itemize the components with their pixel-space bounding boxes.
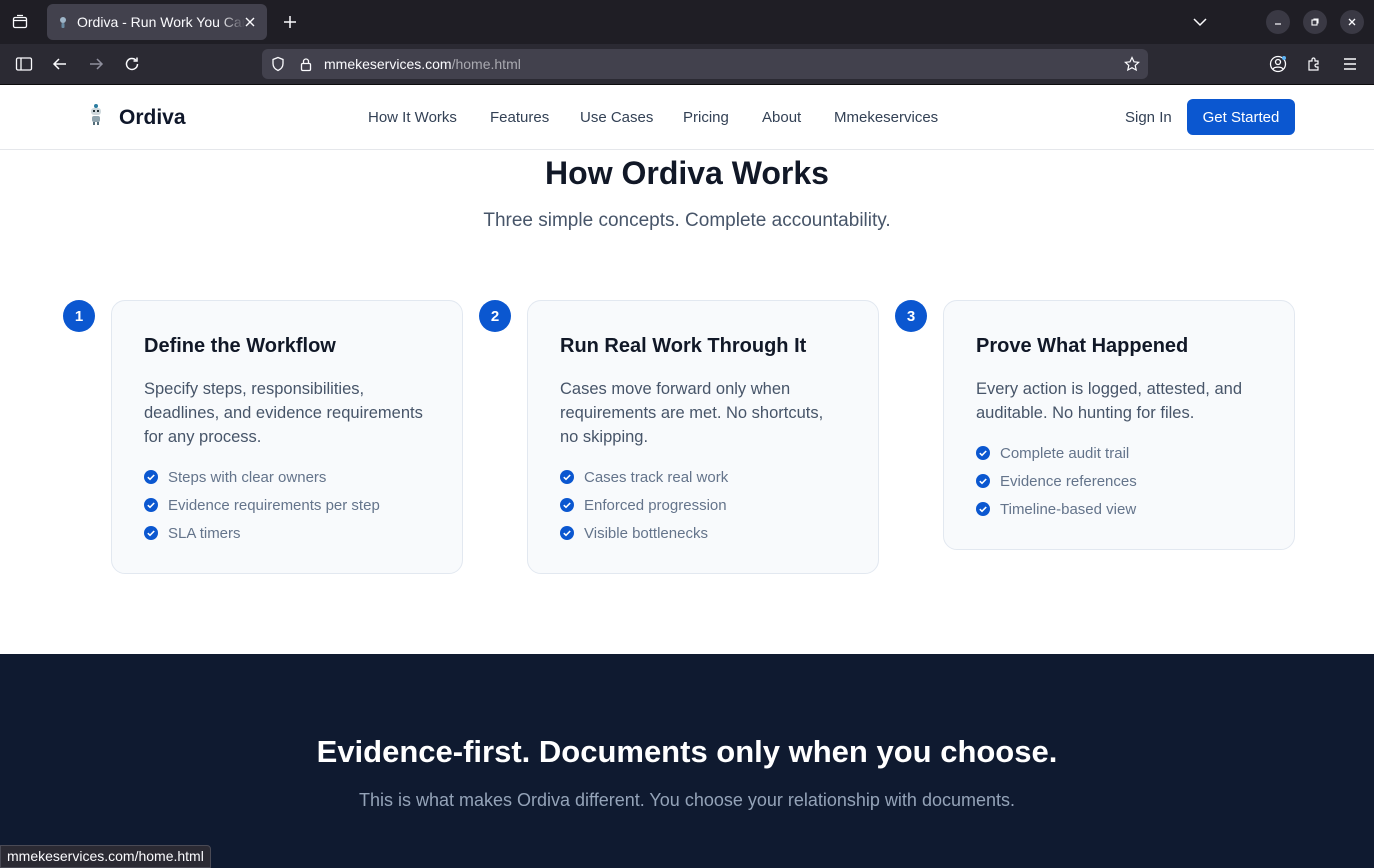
lock-icon[interactable] [296, 54, 316, 74]
check-circle-icon [976, 502, 990, 516]
menu-icon[interactable] [1338, 52, 1362, 76]
list-item: SLA timers [144, 519, 430, 547]
list-item: Steps with clear owners [144, 463, 430, 491]
evidence-subtitle: This is what makes Ordiva different. You… [358, 790, 1015, 810]
browser-tab-bar: Ordiva - Run Work You Can Prove [0, 0, 1374, 44]
url-domain: mmekeservices.com [324, 56, 452, 72]
forward-icon[interactable] [84, 52, 108, 76]
url-text: mmekeservices.com/home.html [324, 56, 521, 72]
sign-in-link[interactable]: Sign In [1125, 109, 1172, 126]
list-item: Visible bottlenecks [560, 519, 846, 547]
bullet-text: Visible bottlenecks [584, 524, 708, 542]
check-circle-icon [976, 474, 990, 488]
link-status-bar: mmekeservices.com/home.html [0, 845, 211, 868]
step-card-run-real-work: Run Real Work Through It Cases move forw… [527, 300, 879, 574]
nav-about[interactable]: About [762, 109, 801, 126]
brand-name[interactable]: Ordiva [119, 106, 186, 130]
bullet-text: SLA timers [168, 524, 241, 542]
nav-use-cases[interactable]: Use Cases [580, 109, 653, 126]
step-bullet-list: Complete audit trail Evidence references… [976, 439, 1262, 523]
site-favicon-icon [57, 15, 69, 29]
step-number-badge: 3 [895, 300, 927, 332]
browser-nav-bar: mmekeservices.com/home.html [0, 44, 1374, 85]
bullet-text: Evidence requirements per step [168, 496, 380, 514]
nav-mmekeservices[interactable]: Mmekeservices [834, 109, 938, 126]
tab-title: Ordiva - Run Work You Can Prove [77, 14, 245, 30]
list-item: Complete audit trail [976, 439, 1262, 467]
bullet-text: Enforced progression [584, 496, 727, 514]
ordiva-logo-icon[interactable] [86, 102, 106, 126]
nav-how-it-works[interactable]: How It Works [368, 109, 457, 126]
step-title: Define the Workflow [144, 335, 336, 357]
close-window-icon[interactable] [1340, 10, 1364, 34]
url-path: /home.html [451, 56, 521, 72]
shield-icon[interactable] [268, 54, 288, 74]
check-circle-icon [560, 498, 574, 512]
reload-icon[interactable] [120, 52, 144, 76]
bullet-text: Cases track real work [584, 468, 729, 486]
bullet-text: Steps with clear owners [168, 468, 327, 486]
list-item: Enforced progression [560, 491, 846, 519]
check-circle-icon [144, 498, 158, 512]
bullet-text: Complete audit trail [1000, 444, 1130, 462]
check-circle-icon [144, 526, 158, 540]
list-all-tabs-icon[interactable] [1188, 10, 1212, 34]
sidebar-toggle-icon[interactable] [12, 52, 36, 76]
step-number-badge: 2 [479, 300, 511, 332]
nav-features[interactable]: Features [490, 109, 549, 126]
account-icon[interactable] [1266, 52, 1290, 76]
address-bar[interactable]: mmekeservices.com/home.html [262, 49, 1148, 79]
browser-tab-active[interactable]: Ordiva - Run Work You Can Prove [47, 4, 267, 40]
step-number-badge: 1 [63, 300, 95, 332]
check-circle-icon [560, 526, 574, 540]
list-item: Evidence requirements per step [144, 491, 430, 519]
step-bullet-list: Steps with clear owners Evidence require… [144, 463, 430, 547]
step-title: Prove What Happened [976, 335, 1189, 357]
get-started-button[interactable]: Get Started [1187, 99, 1295, 135]
bullet-text: Timeline-based view [1000, 500, 1137, 518]
step-description: Every action is logged, attested, and au… [976, 380, 1242, 422]
step-description: Cases move forward only when requirement… [560, 380, 824, 446]
step-card-prove-what-happened: Prove What Happened Every action is logg… [943, 300, 1295, 550]
tab-close-icon[interactable] [241, 13, 259, 31]
section-subtitle: Three simple concepts. Complete accounta… [483, 210, 891, 231]
check-circle-icon [560, 470, 574, 484]
list-item: Timeline-based view [976, 495, 1262, 523]
nav-pricing[interactable]: Pricing [683, 109, 729, 126]
bookmark-star-icon[interactable] [1122, 54, 1142, 74]
bullet-text: Evidence references [1000, 472, 1137, 490]
check-circle-icon [976, 446, 990, 460]
step-card-define-workflow: Define the Workflow Specify steps, respo… [111, 300, 463, 574]
check-circle-icon [144, 470, 158, 484]
list-item: Evidence references [976, 467, 1262, 495]
step-description: Specify steps, responsibilities, deadlin… [144, 380, 423, 446]
step-bullet-list: Cases track real work Enforced progressi… [560, 463, 846, 547]
step-title: Run Real Work Through It [560, 335, 807, 357]
tab-list-icon[interactable] [8, 10, 32, 34]
site-header: Ordiva How It Works Features Use Cases P… [0, 85, 1374, 150]
back-icon[interactable] [48, 52, 72, 76]
list-item: Cases track real work [560, 463, 846, 491]
evidence-first-section: Evidence-first. Documents only when you … [0, 654, 1374, 868]
evidence-title: Evidence-first. Documents only when you … [316, 734, 1058, 769]
restore-icon[interactable] [1303, 10, 1327, 34]
new-tab-icon[interactable] [278, 10, 302, 34]
extensions-icon[interactable] [1302, 52, 1326, 76]
minimize-icon[interactable] [1266, 10, 1290, 34]
section-title: How Ordiva Works [545, 155, 829, 191]
